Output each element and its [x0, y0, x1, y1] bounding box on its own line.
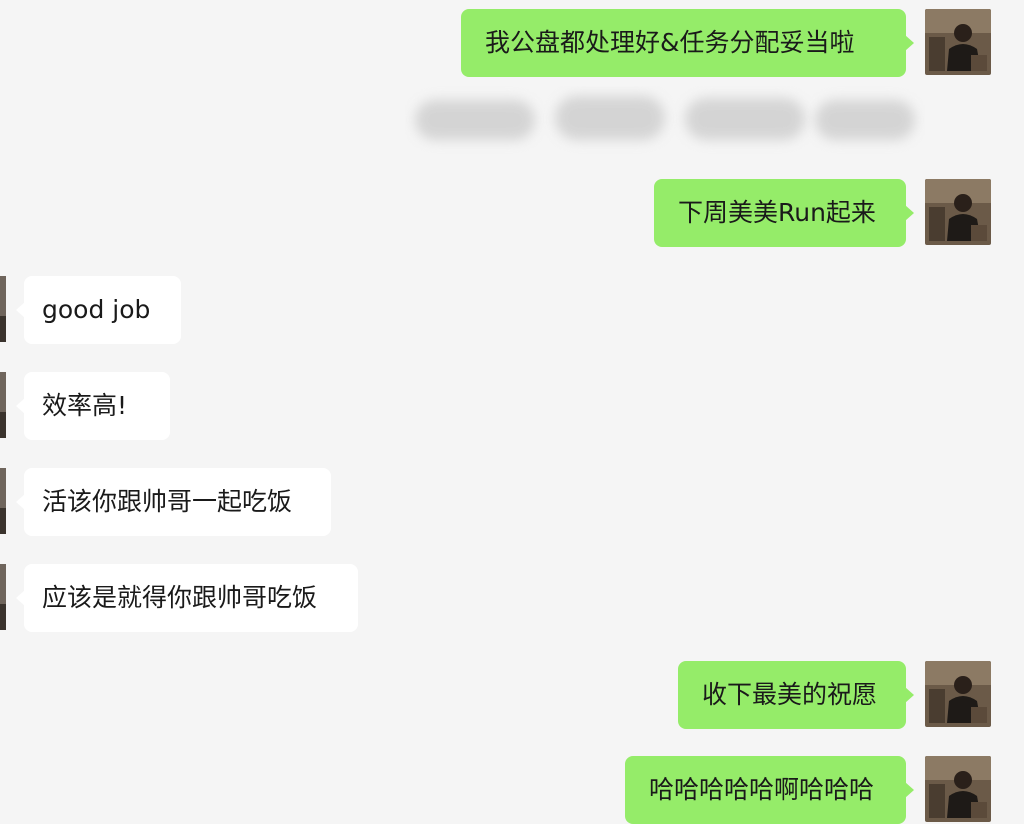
contact-avatar[interactable]: [0, 468, 6, 534]
avatar-photo-icon: [925, 756, 991, 822]
redacted-message: [405, 86, 925, 158]
contact-avatar[interactable]: [0, 564, 6, 630]
chat-area: 我公盘都处理好&任务分配妥当啦 下周美美Run起来 good job 效率高! …: [0, 0, 1024, 824]
message-text: 哈哈哈哈哈啊哈哈哈: [649, 775, 875, 804]
message-bubble-incoming[interactable]: 效率高!: [16, 372, 170, 440]
avatar-photo-icon: [0, 468, 6, 534]
message-bubble-outgoing[interactable]: 收下最美的祝愿: [678, 661, 914, 729]
avatar-photo-icon: [925, 661, 991, 727]
message-bubble-incoming[interactable]: 活该你跟帅哥一起吃饭: [16, 468, 331, 536]
self-avatar[interactable]: [925, 179, 991, 245]
self-avatar[interactable]: [925, 756, 991, 822]
message-text: 应该是就得你跟帅哥吃饭: [42, 583, 318, 612]
avatar-photo-icon: [0, 564, 6, 630]
message-bubble-outgoing[interactable]: 下周美美Run起来: [654, 179, 914, 247]
message-text: good job: [42, 295, 151, 324]
avatar-photo-icon: [925, 9, 991, 75]
avatar-photo-icon: [0, 276, 6, 342]
message-bubble-incoming[interactable]: 应该是就得你跟帅哥吃饭: [16, 564, 358, 632]
message-text: 我公盘都处理好&任务分配妥当啦: [485, 28, 855, 57]
contact-avatar[interactable]: [0, 276, 6, 342]
message-bubble-incoming[interactable]: good job: [16, 276, 181, 344]
avatar-photo-icon: [0, 372, 6, 438]
message-text: 效率高!: [42, 391, 128, 420]
avatar-photo-icon: [925, 179, 991, 245]
self-avatar[interactable]: [925, 661, 991, 727]
message-text: 下周美美Run起来: [678, 198, 876, 227]
message-text: 收下最美的祝愿: [702, 680, 878, 709]
self-avatar[interactable]: [925, 9, 991, 75]
message-bubble-outgoing[interactable]: 我公盘都处理好&任务分配妥当啦: [461, 9, 914, 77]
message-text: 活该你跟帅哥一起吃饭: [42, 487, 293, 516]
contact-avatar[interactable]: [0, 372, 6, 438]
message-bubble-outgoing[interactable]: 哈哈哈哈哈啊哈哈哈: [625, 756, 914, 824]
